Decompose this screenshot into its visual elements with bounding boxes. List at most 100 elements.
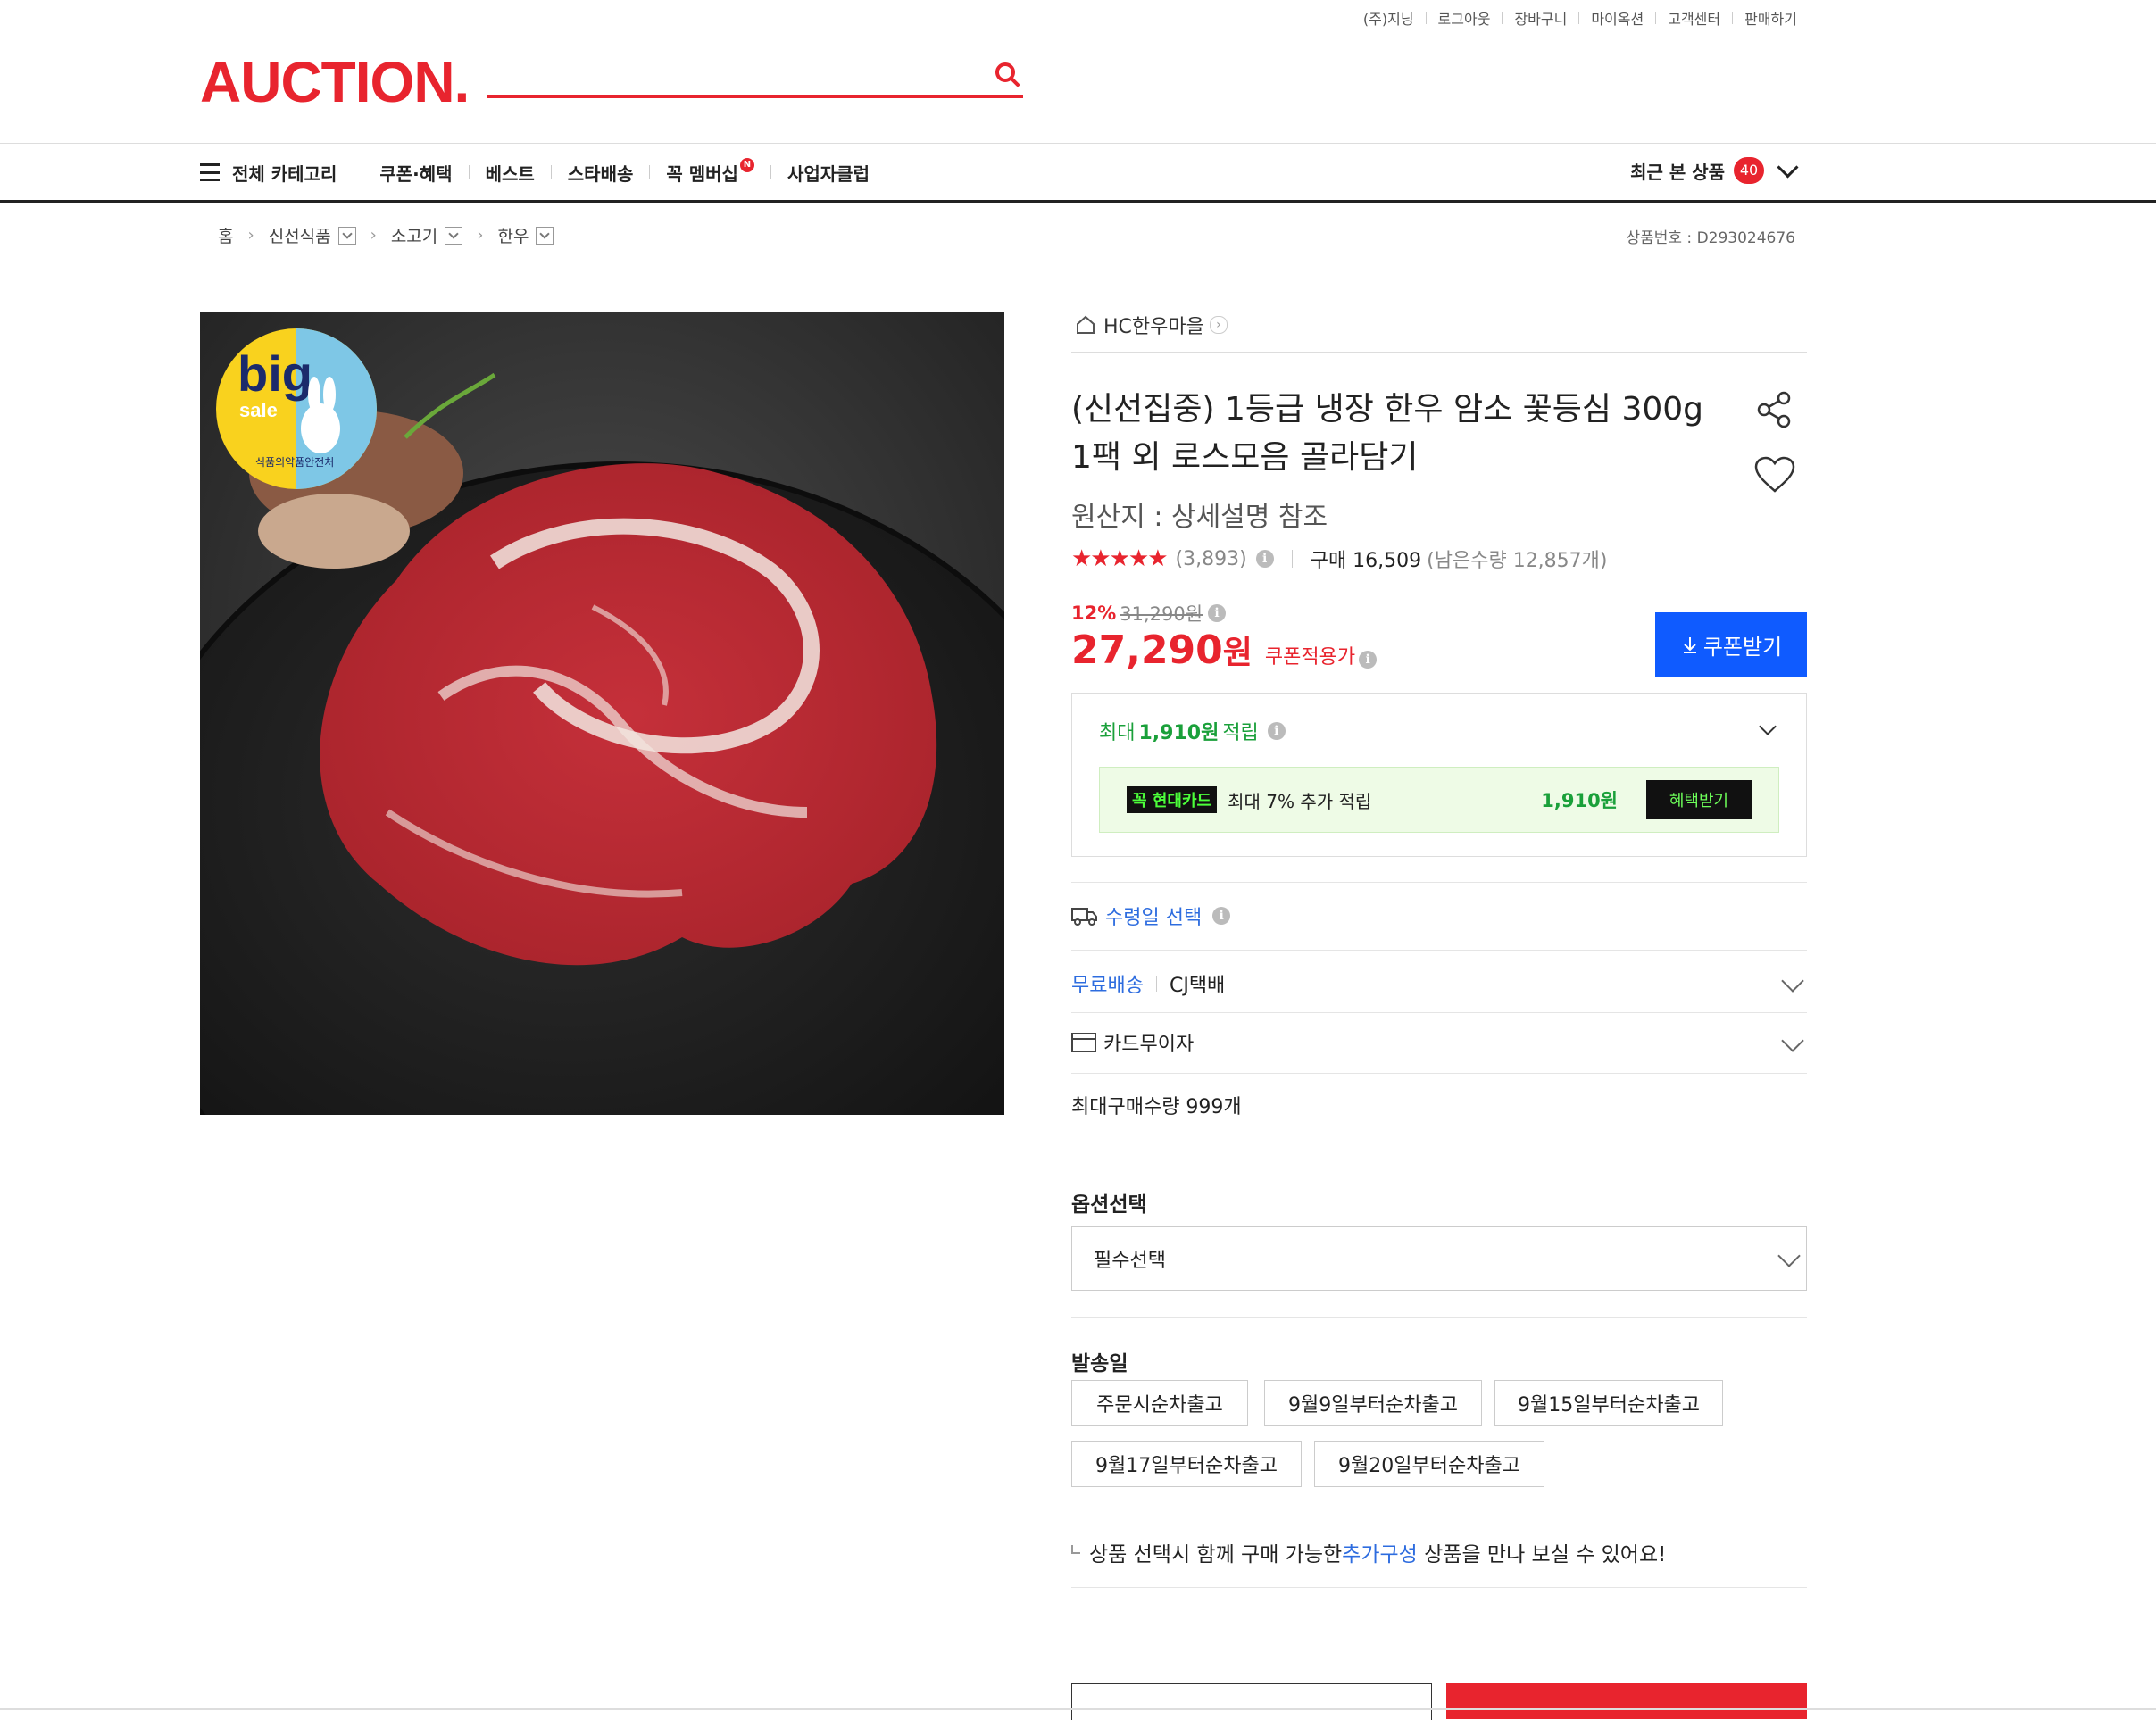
nav-item-business-club[interactable]: 사업자클럽: [787, 160, 870, 186]
chevron-right-icon: ›: [1209, 316, 1228, 334]
get-coupon-label: 쿠폰받기: [1702, 634, 1783, 660]
free-shipping-label: 무료배송: [1071, 975, 1144, 997]
card-benefit-amount: 1,910원: [1541, 790, 1618, 811]
info-icon[interactable]: i: [1212, 907, 1231, 925]
chevron-right-icon: ›: [477, 226, 484, 245]
divider: [1578, 12, 1580, 24]
ship-date-option[interactable]: 9월17일부터순차출고: [1071, 1441, 1302, 1487]
divider: [1071, 1073, 1807, 1074]
shipping-row[interactable]: 무료배송 CJ택배: [1071, 969, 1225, 998]
ship-date-option[interactable]: 주문시순차출고: [1071, 1380, 1248, 1426]
all-categories-label: 전체 카테고리: [232, 162, 337, 185]
store-name: HC한우마을: [1103, 316, 1204, 338]
sell-link[interactable]: 판매하기: [1744, 7, 1797, 29]
additional-item-note: 상품 선택시 함께 구매 가능한 추가구성 상품을 만나 보실 수 있어요!: [1071, 1537, 1666, 1567]
badge-sale-text: sale: [239, 399, 278, 421]
card-benefit-text: 최대 7% 추가 적립: [1228, 790, 1372, 812]
logout-link[interactable]: 로그아웃: [1438, 7, 1491, 29]
chevron-down-icon[interactable]: [1759, 718, 1777, 735]
buy-button[interactable]: [1446, 1683, 1807, 1719]
get-coupon-button[interactable]: 쿠폰받기: [1655, 612, 1807, 677]
divider: [1071, 1012, 1807, 1013]
divider: [1071, 950, 1807, 951]
installment-row[interactable]: 카드무이자: [1071, 1028, 1194, 1057]
ship-date-option[interactable]: 9월20일부터순차출고: [1314, 1441, 1544, 1487]
breadcrumb-home[interactable]: 홈: [218, 223, 233, 247]
ship-date-option[interactable]: 9월15일부터순차출고: [1494, 1380, 1723, 1426]
remaining-count: (남은수량 12,857개): [1427, 550, 1608, 572]
original-price: 31,290원: [1120, 603, 1203, 625]
divider: [1425, 12, 1427, 24]
chevron-right-icon: ›: [370, 226, 377, 245]
rating-row: ★★★★★ (3,893) i 구매 16,509 (남은수량 12,857개): [1071, 544, 1608, 573]
note-text-after: 상품을 만나 보실 수 있어요!: [1417, 1543, 1667, 1566]
main-nav: 전체 카테고리 쿠폰·혜택 베스트 스타배송 꼭 멤버십 N 사업자클럽: [200, 157, 870, 187]
divider: [0, 1708, 2156, 1710]
installment-label: 카드무이자: [1103, 1034, 1195, 1056]
user-name-link[interactable]: (주)지닝: [1363, 7, 1414, 29]
my-auction-link[interactable]: 마이옥션: [1591, 7, 1644, 29]
home-icon: [1077, 315, 1095, 334]
origin-text: 원산지 : 상세설명 참조: [1071, 502, 1328, 533]
info-icon[interactable]: i: [1255, 550, 1274, 568]
ship-date-option[interactable]: 9월9일부터순차출고: [1264, 1380, 1482, 1426]
review-count[interactable]: (3,893): [1176, 548, 1247, 570]
breadcrumb-fresh-food[interactable]: 신선식품: [269, 223, 331, 247]
info-icon[interactable]: i: [1267, 722, 1286, 740]
chevron-down-icon[interactable]: [1781, 1029, 1804, 1052]
chevron-down-icon[interactable]: [1781, 969, 1804, 993]
divider: [1071, 1317, 1807, 1318]
breadcrumb-beef[interactable]: 소고기: [391, 223, 437, 247]
recent-viewed-button[interactable]: 최근 본 상품 40: [1630, 155, 1799, 184]
info-icon[interactable]: i: [1208, 604, 1227, 622]
nav-item-coupon[interactable]: 쿠폰·혜택: [379, 160, 452, 186]
purchase-count: 구매 16,509: [1310, 550, 1422, 572]
divider: [1071, 1587, 1807, 1588]
nav-item-best[interactable]: 베스트: [486, 160, 535, 186]
badge-big-text: big: [237, 345, 312, 402]
price-unit: 원: [1222, 635, 1253, 671]
share-icon[interactable]: [1753, 389, 1794, 430]
receive-date-row[interactable]: 수령일 선택 i: [1071, 902, 1231, 930]
additional-items-link[interactable]: 추가구성: [1342, 1537, 1418, 1567]
dropdown-toggle[interactable]: [337, 226, 356, 245]
store-link[interactable]: HC한우마을 ›: [1075, 311, 1228, 339]
corner-icon: [1071, 1545, 1080, 1554]
max-points-row[interactable]: 최대 1,910원 적립 i: [1099, 717, 1286, 745]
product-number: 상품번호 : D293024676: [1626, 229, 1795, 247]
option-select[interactable]: 필수선택: [1071, 1226, 1807, 1291]
auction-logo[interactable]: AUCTION.: [200, 50, 470, 114]
divider: [770, 165, 771, 179]
chevron-down-icon: [1777, 155, 1799, 179]
card-benefit-row: 꼭 현대카드 최대 7% 추가 적립 1,910원 혜택받기: [1099, 767, 1779, 833]
breadcrumb: 홈 › 신선식품 › 소고기 › 한우: [218, 223, 554, 247]
coupon-price-label: 쿠폰적용가: [1264, 646, 1356, 669]
points-suffix: 적립: [1222, 722, 1259, 744]
info-icon[interactable]: i: [1359, 651, 1378, 669]
dropdown-toggle[interactable]: [536, 226, 554, 245]
search-input[interactable]: [487, 95, 1023, 98]
divider: [1291, 550, 1293, 568]
divider: [1732, 12, 1734, 24]
nav-item-membership[interactable]: 꼭 멤버십 N: [666, 158, 754, 186]
utility-links: (주)지닝 로그아웃 장바구니 마이옥션 고객센터 판매하기: [1363, 7, 1797, 29]
divider: [1502, 12, 1503, 24]
customer-center-link[interactable]: 고객센터: [1668, 7, 1720, 29]
sale-price: 27,290: [1071, 627, 1223, 673]
divider: [0, 143, 2156, 144]
search-icon[interactable]: [994, 61, 1020, 87]
nav-item-membership-label: 꼭 멤버십: [666, 162, 738, 185]
get-benefit-button[interactable]: 혜택받기: [1646, 780, 1752, 819]
breadcrumb-hanwoo[interactable]: 한우: [497, 223, 529, 247]
nav-item-star-delivery[interactable]: 스타배송: [568, 160, 634, 186]
recent-viewed-label: 최근 본 상품: [1630, 161, 1725, 183]
divider: [0, 200, 2156, 203]
star-rating: ★★★★★: [1071, 545, 1169, 572]
product-image[interactable]: big sale 식품의약품안전처: [200, 312, 1004, 1115]
dropdown-toggle[interactable]: [445, 226, 463, 245]
heart-icon[interactable]: [1753, 455, 1796, 494]
cart-link[interactable]: 장바구니: [1514, 7, 1567, 29]
menu-icon: [200, 163, 220, 181]
all-categories-button[interactable]: 전체 카테고리: [200, 160, 337, 186]
points-amount: 1,910원: [1138, 722, 1220, 744]
